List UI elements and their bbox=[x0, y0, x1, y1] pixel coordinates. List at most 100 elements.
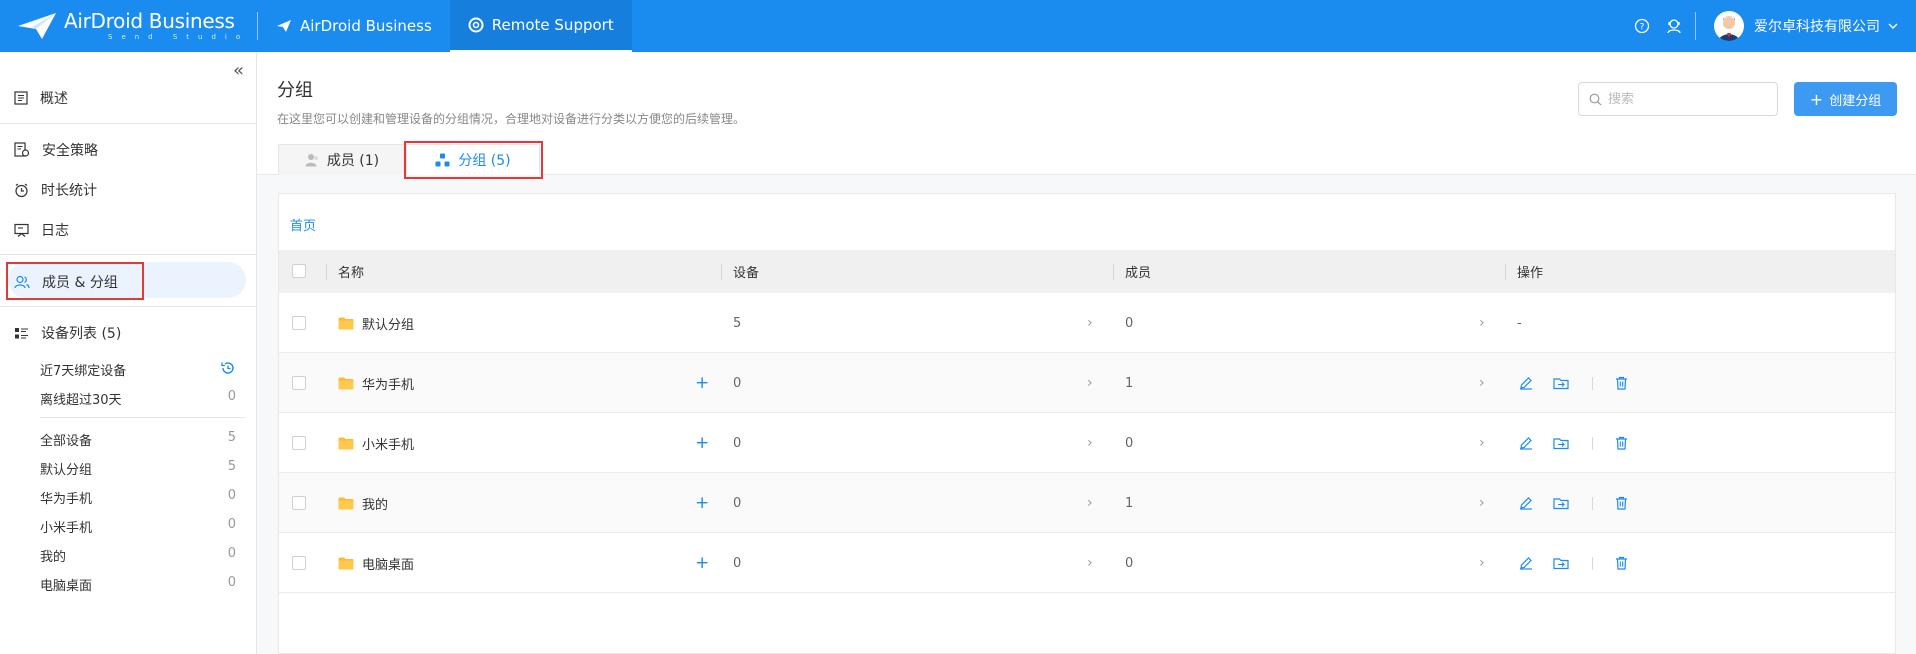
breadcrumb[interactable]: 首页 bbox=[290, 215, 316, 234]
table-row: 小米手机 + 0 › 0 › bbox=[279, 413, 1895, 473]
add-device-plus-icon[interactable]: + bbox=[695, 533, 709, 593]
sub-item-label: 我的 bbox=[40, 550, 67, 565]
history-icon bbox=[221, 362, 234, 374]
delete-icon[interactable] bbox=[1615, 533, 1628, 593]
add-device-plus-icon[interactable]: + bbox=[695, 413, 709, 473]
support-agent-icon[interactable] bbox=[1663, 15, 1685, 37]
folder-icon bbox=[338, 317, 354, 329]
add-device-plus-icon[interactable]: + bbox=[695, 473, 709, 533]
row-checkbox[interactable] bbox=[292, 556, 306, 570]
page-description: 在这里您可以创建和管理设备的分组情况，合理地对设备进行分类以方便您的后续管理。 bbox=[277, 112, 746, 126]
group-name-cell[interactable]: 电脑桌面 bbox=[338, 533, 414, 593]
help-icon[interactable]: ? bbox=[1631, 15, 1653, 37]
sidebar-sub-item[interactable]: 全部设备 5 bbox=[40, 430, 236, 449]
delete-icon[interactable] bbox=[1615, 353, 1628, 413]
tab-label: 成员 (1) bbox=[326, 153, 380, 169]
paper-plane-icon bbox=[277, 20, 291, 32]
delete-icon[interactable] bbox=[1615, 413, 1628, 473]
sub-item-label: 华为手机 bbox=[40, 492, 93, 507]
group-name-cell[interactable]: 华为手机 bbox=[338, 353, 414, 413]
chevron-right-icon[interactable]: › bbox=[1087, 473, 1093, 533]
add-device-plus-icon[interactable]: + bbox=[695, 353, 709, 413]
chevron-right-icon[interactable]: › bbox=[1087, 413, 1093, 473]
sidebar-item-device-list[interactable]: 设备列表 (5) bbox=[14, 323, 121, 343]
chevron-right-icon[interactable]: › bbox=[1479, 413, 1485, 473]
list-icon bbox=[15, 327, 28, 339]
folder-icon bbox=[338, 557, 354, 569]
avatar[interactable] bbox=[1714, 11, 1744, 41]
create-group-button[interactable]: + 创建分组 bbox=[1794, 82, 1897, 116]
row-checkbox[interactable] bbox=[292, 436, 306, 450]
chevron-right-icon[interactable]: › bbox=[1087, 353, 1093, 413]
sidebar-item-label: 时长统计 bbox=[41, 183, 97, 199]
members-count: 0 bbox=[1125, 315, 1134, 331]
actions-none: - bbox=[1517, 315, 1522, 331]
row-checkbox[interactable] bbox=[292, 496, 306, 510]
sidebar-sub-item[interactable]: 默认分组 5 bbox=[40, 459, 236, 478]
sub-item-count: 0 bbox=[227, 546, 236, 561]
group-name-cell[interactable]: 默认分组 bbox=[338, 293, 414, 353]
group-name: 电脑桌面 bbox=[362, 557, 415, 573]
sidebar-item-logs[interactable]: 日志 bbox=[14, 220, 69, 240]
column-header-name: 名称 bbox=[338, 266, 365, 281]
paper-plane-logo-icon bbox=[18, 13, 56, 39]
group-name: 小米手机 bbox=[362, 437, 415, 453]
devices-count: 0 bbox=[733, 495, 742, 511]
document-icon bbox=[14, 91, 28, 105]
move-folder-icon[interactable] bbox=[1553, 533, 1569, 593]
chevron-right-icon[interactable]: › bbox=[1087, 533, 1093, 593]
move-folder-icon[interactable] bbox=[1553, 473, 1569, 533]
column-divider bbox=[1113, 264, 1114, 280]
svg-text:?: ? bbox=[1640, 23, 1645, 33]
sidebar-sub-item[interactable]: 我的 0 bbox=[40, 546, 236, 565]
sidebar-sub-item[interactable]: 离线超过30天 0 bbox=[40, 389, 236, 408]
chevron-right-icon[interactable]: › bbox=[1479, 473, 1485, 533]
sidebar-item-security-policy[interactable]: 安全策略 bbox=[14, 140, 98, 160]
chevron-right-icon[interactable]: › bbox=[1087, 293, 1093, 353]
search-box[interactable] bbox=[1578, 82, 1778, 116]
edit-icon[interactable] bbox=[1519, 413, 1533, 473]
sidebar-sub-item[interactable]: 电脑桌面 0 bbox=[40, 575, 236, 594]
sidebar-item-duration-stats[interactable]: 时长统计 bbox=[14, 180, 97, 200]
folder-icon bbox=[338, 377, 354, 389]
row-checkbox[interactable] bbox=[292, 316, 306, 330]
sidebar-divider bbox=[0, 254, 256, 255]
nav-tab-airdroid-business[interactable]: AirDroid Business bbox=[258, 0, 450, 52]
brand-name: AirDroid Business bbox=[64, 9, 235, 33]
row-checkbox[interactable] bbox=[292, 376, 306, 390]
chevron-down-icon[interactable] bbox=[1888, 23, 1898, 29]
sidebar-item-label: 设备列表 (5) bbox=[41, 326, 122, 342]
group-name-cell[interactable]: 小米手机 bbox=[338, 413, 414, 473]
tab-members[interactable]: 成员 (1) bbox=[278, 144, 406, 175]
sidebar-sub-item[interactable]: 近7天绑定设备 bbox=[40, 360, 236, 379]
group-name: 我的 bbox=[362, 497, 389, 513]
chevron-right-icon[interactable]: › bbox=[1479, 353, 1485, 413]
collapse-sidebar-icon[interactable]: « bbox=[233, 60, 244, 81]
company-name[interactable]: 爱尔卓科技有限公司 bbox=[1754, 16, 1880, 36]
column-divider bbox=[721, 264, 722, 280]
column-divider bbox=[1505, 264, 1506, 280]
sidebar-item-label: 日志 bbox=[41, 223, 69, 239]
sidebar-sub-item[interactable]: 华为手机 0 bbox=[40, 488, 236, 507]
edit-icon[interactable] bbox=[1519, 353, 1533, 413]
edit-icon[interactable] bbox=[1519, 533, 1533, 593]
sidebar-item-overview[interactable]: 概述 bbox=[14, 88, 68, 108]
sub-item-label: 近7天绑定设备 bbox=[40, 364, 127, 379]
move-folder-icon[interactable] bbox=[1553, 413, 1569, 473]
column-header-actions: 操作 bbox=[1517, 266, 1544, 281]
chevron-right-icon[interactable]: › bbox=[1479, 533, 1485, 593]
edit-icon[interactable] bbox=[1519, 473, 1533, 533]
move-folder-icon[interactable] bbox=[1553, 353, 1569, 413]
sidebar-sub-item[interactable]: 小米手机 0 bbox=[40, 517, 236, 536]
group-name: 华为手机 bbox=[362, 377, 415, 393]
chevron-right-icon[interactable]: › bbox=[1479, 293, 1485, 353]
table-row: 电脑桌面 + 0 › 0 › bbox=[279, 533, 1895, 593]
select-all-checkbox[interactable] bbox=[292, 264, 306, 278]
delete-icon[interactable] bbox=[1615, 473, 1628, 533]
action-divider bbox=[1592, 437, 1593, 450]
search-input[interactable] bbox=[1608, 91, 1768, 107]
group-name-cell[interactable]: 我的 bbox=[338, 473, 388, 533]
brand-logo[interactable]: AirDroid Business Send Studio bbox=[0, 0, 257, 52]
nav-tab-remote-support[interactable]: Remote Support bbox=[449, 0, 632, 52]
sidebar-item-label: 概述 bbox=[40, 91, 68, 107]
